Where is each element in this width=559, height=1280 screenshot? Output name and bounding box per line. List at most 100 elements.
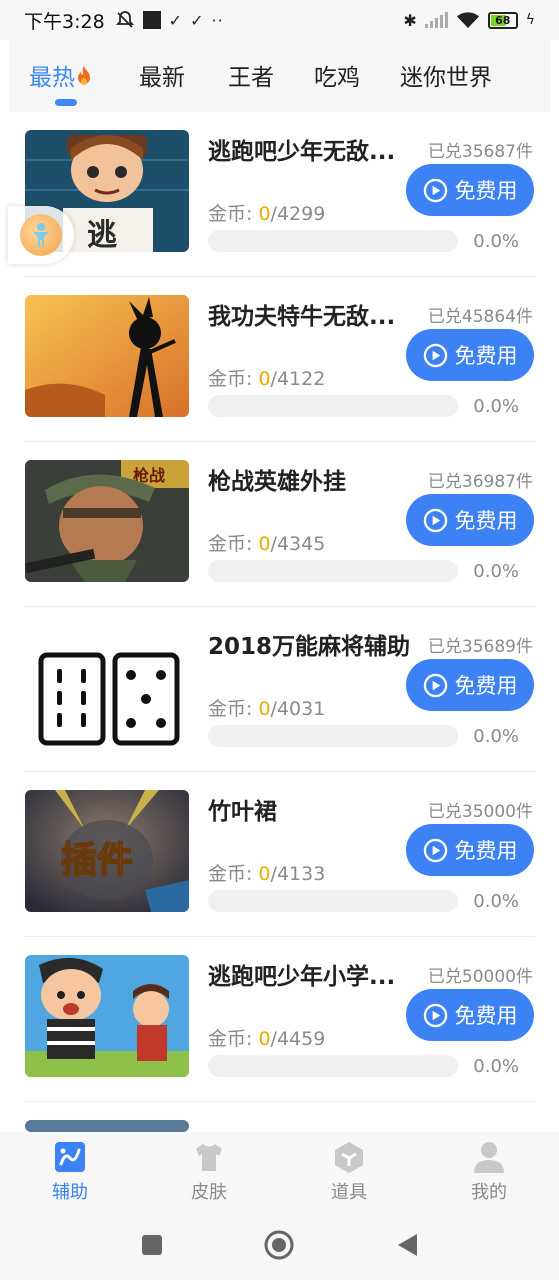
tab-mini-world[interactable]: 迷你世界 xyxy=(400,58,492,92)
wifi-icon xyxy=(456,12,479,28)
item-title: 竹叶裙 xyxy=(208,799,277,825)
free-use-button[interactable]: 免费用 xyxy=(406,329,534,381)
free-use-label: 免费用 xyxy=(454,839,518,863)
bluetooth-icon: ✱ xyxy=(403,10,417,30)
item-sold-count: 已兑35687件 xyxy=(427,142,533,162)
list-item[interactable]: 2018万能麻将辅助 已兑35689件 免费用 金币: 0/4031 0.0% xyxy=(0,607,559,772)
status-time: 下午3:28 xyxy=(24,10,105,33)
list-item[interactable]: 枪战 枪战英雄外挂 已兑36987件 免费用 金币: 0/4345 0.0% xyxy=(0,442,559,607)
coins-total: /4122 xyxy=(270,368,326,390)
coins-current: 0 xyxy=(258,698,271,720)
list-item[interactable]: 插件 竹叶裙 已兑35000件 免费用 金币: 0/4133 0.0% xyxy=(0,772,559,937)
item-sold-count: 已兑45864件 xyxy=(427,307,533,327)
play-circle-icon xyxy=(423,838,447,862)
battery-level: 68 xyxy=(495,13,511,27)
coins-current: 0 xyxy=(258,863,271,885)
item-coins: 金币: 0/4133 xyxy=(208,859,325,886)
system-nav-bar xyxy=(0,1210,559,1280)
tab-pubg[interactable]: 吃鸡 xyxy=(314,58,360,92)
coins-total: /4031 xyxy=(270,698,326,720)
more-dots-icon: ·· xyxy=(211,10,224,30)
coins-label: 金币: xyxy=(208,863,259,885)
assistant-avatar xyxy=(20,214,62,256)
item-sold-count: 已兑35689件 xyxy=(427,637,533,657)
item-thumbnail xyxy=(25,1120,189,1132)
assist-icon xyxy=(55,1142,85,1172)
tab-honor-of-kings[interactable]: 王者 xyxy=(228,58,274,92)
coins-current: 0 xyxy=(258,1028,271,1050)
free-use-label: 免费用 xyxy=(454,179,518,203)
item-progress-bar xyxy=(208,725,458,747)
list-item[interactable]: 逃跑吧少年小学... 已兑50000件 免费用 金币: 0/4459 0.0% xyxy=(0,937,559,1102)
profile-icon xyxy=(474,1142,504,1173)
item-sold-count: 已兑50000件 xyxy=(427,967,533,987)
item-coins: 金币: 0/4299 xyxy=(208,199,325,226)
free-use-label: 免费用 xyxy=(454,1004,518,1028)
free-use-button[interactable]: 免费用 xyxy=(406,659,534,711)
play-circle-icon xyxy=(423,343,447,367)
free-use-label: 免费用 xyxy=(454,344,518,368)
free-use-button[interactable]: 免费用 xyxy=(406,989,534,1041)
product-list[interactable]: 逃 逃跑吧少年无敌... 已兑35687件 免费用 金币: 0/4299 0.0… xyxy=(0,112,559,1132)
coins-current: 0 xyxy=(258,368,271,390)
person-icon xyxy=(33,223,49,247)
free-use-label: 免费用 xyxy=(454,674,518,698)
item-title: 逃跑吧少年小学... xyxy=(208,964,396,990)
nav-item-mine[interactable]: 我的 xyxy=(449,1140,529,1204)
recent-apps-button[interactable] xyxy=(137,1230,167,1260)
item-sold-count: 已兑36987件 xyxy=(427,472,533,492)
battery-icon: 68 xyxy=(487,11,518,29)
coins-total: /4345 xyxy=(270,533,326,555)
coins-label: 金币: xyxy=(208,1028,259,1050)
coins-total: /4299 xyxy=(270,203,326,225)
shirt-icon xyxy=(196,1144,222,1171)
tab-label: 最热 xyxy=(29,65,75,91)
item-coins: 金币: 0/4459 xyxy=(208,1024,325,1051)
item-coins: 金币: 0/4031 xyxy=(208,694,325,721)
free-use-button[interactable]: 免费用 xyxy=(406,494,534,546)
back-button[interactable] xyxy=(392,1230,422,1260)
item-progress-bar xyxy=(208,1055,458,1077)
floating-assistant-button[interactable] xyxy=(8,206,74,264)
nav-label: 道具 xyxy=(331,1182,367,1203)
download-check-icon: ✓ xyxy=(168,10,183,30)
play-circle-icon xyxy=(423,508,447,532)
status-system-icons: ✱ 68 ϟ xyxy=(403,11,535,30)
download-check-icon-2: ✓ xyxy=(190,10,204,30)
thumb-plugin-text: 插件 xyxy=(61,840,133,881)
play-circle-icon xyxy=(423,1003,447,1027)
coins-label: 金币: xyxy=(208,533,259,555)
status-bar: 下午3:28 ✓ ✓ ·· ✱ 68 ϟ xyxy=(0,0,559,40)
nav-item-props[interactable]: 道具 xyxy=(309,1140,389,1204)
tab-hottest[interactable]: 最热 xyxy=(29,58,93,92)
free-use-button[interactable]: 免费用 xyxy=(406,164,534,216)
item-progress-percent: 0.0% xyxy=(473,1056,519,1077)
list-item[interactable]: 逃 逃跑吧少年无敌... 已兑35687件 免费用 金币: 0/4299 0.0… xyxy=(0,112,559,277)
signal-icon xyxy=(424,12,448,28)
mute-bell-icon xyxy=(115,11,134,28)
coins-total: /4133 xyxy=(270,863,326,885)
list-item-partial[interactable] xyxy=(0,1102,559,1132)
coins-label: 金币: xyxy=(208,203,259,225)
item-title: 我功夫特牛无敌... xyxy=(208,304,396,330)
list-item[interactable]: 我功夫特牛无敌... 已兑45864件 免费用 金币: 0/4122 0.0% xyxy=(0,277,559,442)
item-coins: 金币: 0/4122 xyxy=(208,364,325,391)
item-title: 逃跑吧少年无敌... xyxy=(208,139,396,165)
nav-item-assist[interactable]: 辅助 xyxy=(30,1140,110,1204)
nav-item-skin[interactable]: 皮肤 xyxy=(169,1140,249,1204)
play-circle-icon xyxy=(423,673,447,697)
item-coins: 金币: 0/4345 xyxy=(208,529,325,556)
item-progress-percent: 0.0% xyxy=(473,396,519,417)
coins-label: 金币: xyxy=(208,698,259,720)
home-button[interactable] xyxy=(264,1230,294,1260)
item-title: 2018万能麻将辅助 xyxy=(208,634,411,660)
coins-total: /4459 xyxy=(270,1028,326,1050)
nav-label: 辅助 xyxy=(52,1182,88,1203)
free-use-button[interactable]: 免费用 xyxy=(406,824,534,876)
tab-newest[interactable]: 最新 xyxy=(139,58,185,92)
square-icon xyxy=(142,1235,162,1255)
item-thumbnail xyxy=(25,295,189,417)
coins-current: 0 xyxy=(258,203,271,225)
item-thumbnail xyxy=(25,955,189,1077)
item-thumbnail xyxy=(25,625,189,747)
